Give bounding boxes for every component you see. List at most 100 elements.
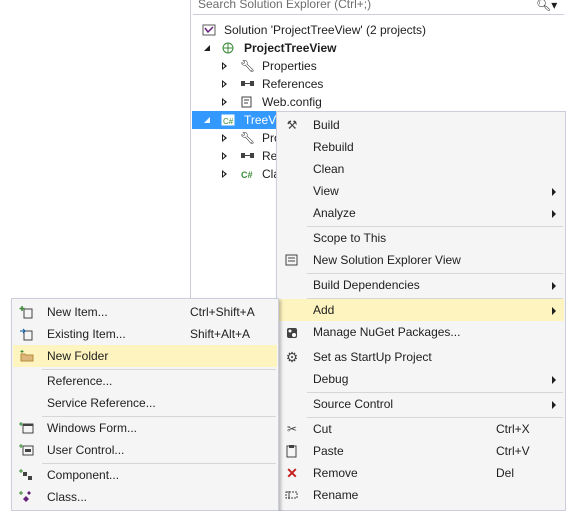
expanded-arrow-icon[interactable]: [204, 45, 210, 51]
paste-icon: [286, 445, 297, 458]
menu-item-label: View: [313, 184, 339, 198]
menu-item-component[interactable]: Component...: [13, 464, 277, 486]
menu-item-service-reference[interactable]: Service Reference...: [13, 392, 277, 414]
scissors-icon: ✂: [286, 422, 298, 436]
folder-icon: [20, 350, 34, 362]
solution-icon: [202, 24, 216, 36]
config-file-icon: [241, 96, 252, 108]
menu-item-reference[interactable]: Reference...: [13, 370, 277, 392]
wrench-icon: 🔧︎: [240, 59, 256, 73]
csharp-project-icon: C#: [221, 114, 235, 126]
existing-item-icon: [20, 328, 33, 341]
menu-item-paste[interactable]: Paste Ctrl+V: [278, 440, 564, 462]
menu-item-label: Set as StartUp Project: [313, 350, 432, 364]
collapsed-arrow-icon[interactable]: [222, 152, 227, 160]
menu-item-remove[interactable]: ✕ Remove Del: [278, 462, 564, 484]
menu-item-clean[interactable]: Clean: [278, 158, 564, 180]
menu-item-user-control[interactable]: User Control...: [13, 439, 277, 461]
search-box[interactable]: Search Solution Explorer (Ctrl+;) 🔍︎▾: [193, 0, 564, 15]
shortcut-label: Del: [496, 466, 515, 480]
tree-item-label: Properties: [262, 59, 317, 73]
nuget-icon: [287, 328, 297, 338]
add-submenu: New Item... Ctrl+Shift+A Existing Item..…: [11, 298, 279, 511]
menu-item-label: Component...: [47, 468, 120, 482]
menu-item-label: Build: [313, 118, 340, 132]
menu-item-label: Service Reference...: [47, 396, 156, 410]
menu-item-label: Remove: [313, 466, 358, 480]
menu-item-debug[interactable]: Debug: [278, 368, 564, 390]
build-icon: ⚒: [286, 118, 298, 132]
menu-item-label: New Item...: [47, 305, 108, 319]
collapsed-arrow-icon[interactable]: [222, 80, 227, 88]
menu-item-label: Debug: [313, 372, 349, 386]
menu-item-label: Reference...: [47, 374, 113, 388]
menu-item-class[interactable]: Class...: [13, 486, 277, 508]
windows-form-icon: [19, 422, 34, 434]
menu-item-label: Rename: [313, 488, 359, 502]
menu-item-existing-item[interactable]: Existing Item... Shift+Alt+A: [13, 323, 277, 345]
context-menu: ⚒ Build Rebuild Clean View Analyze Scope…: [276, 111, 566, 511]
menu-item-label: Manage NuGet Packages...: [313, 325, 461, 339]
menu-item-build-dependencies[interactable]: Build Dependencies: [278, 274, 564, 296]
csharp-file-icon: C#: [241, 170, 253, 180]
menu-item-new-item[interactable]: New Item... Ctrl+Shift+A: [13, 301, 277, 323]
menu-item-windows-form[interactable]: Windows Form...: [13, 417, 277, 439]
references-icon: [241, 153, 254, 158]
menu-item-scope-to-this[interactable]: Scope to This: [278, 227, 564, 249]
web-project-icon: [222, 42, 234, 54]
tree-item-label: Solution 'ProjectTreeView' (2 projects): [224, 23, 427, 37]
menu-item-label: New Folder: [47, 349, 109, 363]
submenu-arrow-icon: [552, 401, 556, 409]
menu-item-cut[interactable]: ✂ Cut Ctrl+X: [278, 418, 564, 440]
new-view-icon: [285, 254, 298, 266]
menu-item-label: Build Dependencies: [313, 278, 420, 292]
user-control-icon: [19, 444, 34, 456]
menu-item-view[interactable]: View: [278, 180, 564, 202]
menu-item-label: Windows Form...: [47, 421, 138, 435]
shortcut-label: Ctrl+V: [496, 444, 530, 458]
menu-item-label: Analyze: [313, 206, 356, 220]
menu-item-analyze[interactable]: Analyze: [278, 202, 564, 224]
tree-item-treeview-selected[interactable]: C# TreeV: [192, 111, 282, 129]
menu-item-label: Rebuild: [313, 140, 354, 154]
menu-item-manage-nuget[interactable]: Manage NuGet Packages...: [278, 321, 564, 343]
search-input[interactable]: Search Solution Explorer (Ctrl+;): [198, 0, 371, 11]
tree-item-label: TreeV: [244, 113, 277, 127]
menu-item-label: Paste: [313, 444, 344, 458]
references-icon: [241, 81, 254, 86]
tree-item-label: References: [262, 77, 324, 91]
gear-icon: ⚙: [285, 349, 299, 365]
collapsed-arrow-icon[interactable]: [222, 134, 227, 142]
menu-item-label: Cut: [313, 422, 332, 436]
menu-item-label: Existing Item...: [47, 327, 126, 341]
collapsed-arrow-icon[interactable]: [222, 98, 227, 106]
menu-item-build[interactable]: ⚒ Build: [278, 114, 564, 136]
collapsed-arrow-icon[interactable]: [222, 170, 227, 178]
menu-item-new-folder[interactable]: New Folder: [13, 345, 277, 367]
remove-icon: ✕: [286, 465, 298, 481]
submenu-arrow-icon: [552, 307, 556, 315]
menu-item-source-control[interactable]: Source Control: [278, 393, 564, 415]
tree-item-label: ProjectTreeView: [244, 41, 337, 55]
menu-item-new-solution-explorer-view[interactable]: New Solution Explorer View: [278, 249, 564, 271]
menu-item-rename[interactable]: Rename: [278, 484, 564, 506]
search-icon[interactable]: 🔍︎▾: [536, 0, 557, 12]
shortcut-label: Shift+Alt+A: [190, 327, 251, 341]
menu-item-add[interactable]: Add: [278, 299, 564, 321]
shortcut-label: Ctrl+Shift+A: [190, 305, 255, 319]
menu-item-set-startup[interactable]: ⚙ Set as StartUp Project: [278, 346, 564, 368]
collapsed-arrow-icon[interactable]: [222, 62, 227, 70]
tree-item-label: Web.config: [262, 95, 322, 109]
expanded-arrow-icon[interactable]: [204, 117, 210, 123]
wrench-icon: 🔧︎: [240, 131, 256, 145]
svg-text:C#: C#: [223, 117, 234, 126]
submenu-arrow-icon: [552, 282, 556, 290]
submenu-arrow-icon: [552, 210, 556, 218]
menu-item-label: Add: [313, 303, 335, 317]
class-icon: [19, 491, 31, 502]
menu-item-label: Clean: [313, 162, 345, 176]
menu-item-rebuild[interactable]: Rebuild: [278, 136, 564, 158]
menu-item-label: New Solution Explorer View: [313, 253, 461, 267]
menu-item-label: Scope to This: [313, 231, 387, 245]
menu-item-label: Class...: [47, 490, 88, 504]
